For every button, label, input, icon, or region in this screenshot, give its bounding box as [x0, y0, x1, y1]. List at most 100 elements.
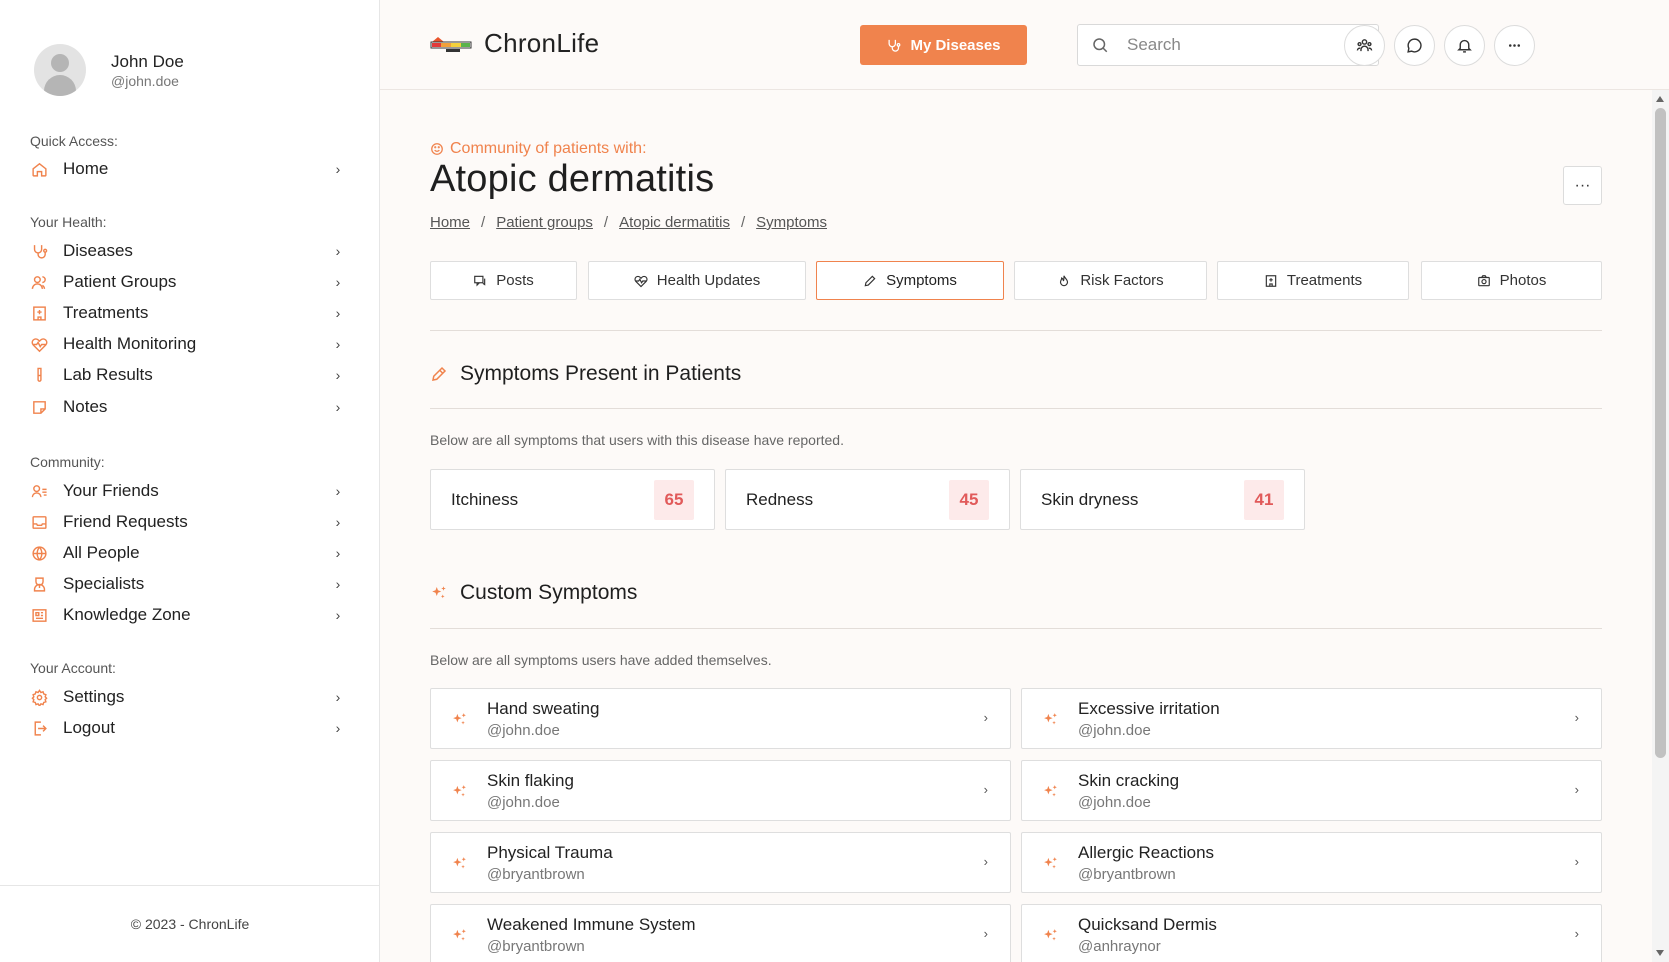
tab-health-updates[interactable]: Health Updates: [588, 261, 806, 300]
chevron-right-icon: ›: [1574, 782, 1579, 797]
custom-symptom-name: Hand sweating: [487, 699, 600, 718]
your-health-label: Your Health:: [30, 214, 107, 230]
sparkles-icon: [453, 785, 466, 797]
brand-logo[interactable]: ChronLife: [430, 28, 599, 59]
search-field[interactable]: [1077, 24, 1379, 66]
sidebar-item-label: Diseases: [63, 241, 133, 260]
tab-symptoms[interactable]: Symptoms: [816, 261, 1004, 300]
sidebar-item-label: Notes: [63, 397, 108, 416]
chevron-right-icon: ›: [1574, 926, 1579, 941]
profile-name: John Doe: [111, 51, 184, 71]
sidebar-item-label: Health Monitoring: [63, 334, 197, 353]
custom-symptom-card[interactable]: Weakened Immune System @bryantbrown ›: [430, 904, 1011, 962]
hospital-icon: [30, 304, 48, 322]
sidebar-item-treatments[interactable]: Treatments ›: [30, 299, 345, 327]
scroll-down-arrow[interactable]: [1656, 950, 1664, 956]
sidebar-item-diseases[interactable]: Diseases ›: [30, 237, 345, 265]
custom-symptom-card[interactable]: Physical Trauma @bryantbrown ›: [430, 832, 1011, 893]
sidebar-item-label: Patient Groups: [63, 272, 177, 291]
sidebar-item-logout[interactable]: Logout ›: [30, 714, 345, 742]
custom-symptom-card[interactable]: Hand sweating @john.doe ›: [430, 688, 1011, 749]
chevron-right-icon: ›: [1574, 710, 1579, 725]
symptom-name: Redness: [746, 489, 814, 509]
my-diseases-button[interactable]: My Diseases: [860, 25, 1027, 65]
sidebar-item-label: Knowledge Zone: [63, 605, 191, 624]
tab-treatments[interactable]: Treatments: [1217, 261, 1409, 300]
sidebar-item-health-monitoring[interactable]: Health Monitoring ›: [30, 330, 345, 358]
custom-symptom-card[interactable]: Skin flaking @john.doe ›: [430, 760, 1011, 821]
bell-icon: [1457, 39, 1472, 53]
people-icon: [1356, 39, 1373, 52]
breadcrumb-patient-groups[interactable]: Patient groups: [496, 214, 593, 231]
search-icon: [1093, 38, 1108, 53]
heart-pulse-icon: [30, 335, 48, 353]
custom-symptom-card[interactable]: Allergic Reactions @bryantbrown ›: [1021, 832, 1602, 893]
symptoms-title-text: Symptoms Present in Patients: [460, 362, 742, 385]
sticky-note-icon: [30, 398, 48, 416]
custom-symptom-card[interactable]: Quicksand Dermis @anhraynor ›: [1021, 904, 1602, 962]
chevron-right-icon: ›: [983, 710, 988, 725]
sparkles-icon: [453, 857, 466, 869]
scroll-up-arrow[interactable]: [1656, 96, 1664, 102]
ellipsis-icon: [1508, 44, 1521, 47]
scrollbar-thumb[interactable]: [1655, 108, 1666, 758]
tab-posts[interactable]: Posts: [430, 261, 577, 300]
breadcrumb-symptoms[interactable]: Symptoms: [756, 214, 827, 231]
sidebar-item-settings[interactable]: Settings ›: [30, 683, 345, 711]
tab-photos[interactable]: Photos: [1421, 261, 1602, 300]
chevron-right-icon: ›: [335, 367, 341, 383]
chevron-right-icon: ›: [335, 274, 341, 290]
your-account-label: Your Account:: [30, 660, 116, 676]
breadcrumb: Home / Patient groups / Atopic dermatiti…: [430, 214, 827, 231]
sidebar-item-home[interactable]: Home ›: [30, 155, 345, 183]
custom-symptom-author: @bryantbrown: [1078, 866, 1176, 883]
sidebar-item-friend-requests[interactable]: Friend Requests ›: [30, 508, 345, 536]
search-input[interactable]: [1127, 35, 1357, 55]
sidebar-item-specialists[interactable]: Specialists ›: [30, 570, 345, 598]
divider: [430, 408, 1602, 409]
sidebar-item-patient-groups[interactable]: Patient Groups ›: [30, 268, 345, 296]
sidebar-item-lab-results[interactable]: Lab Results ›: [30, 361, 345, 389]
brand-name: ChronLife: [484, 28, 600, 58]
sidebar-item-label: Settings: [63, 687, 125, 706]
my-diseases-label: My Diseases: [910, 36, 1001, 54]
custom-symptom-card[interactable]: Excessive irritation @john.doe ›: [1021, 688, 1602, 749]
breadcrumb-home[interactable]: Home: [430, 214, 470, 231]
home-icon: [30, 160, 48, 178]
notifications-button[interactable]: [1444, 25, 1485, 66]
sidebar-item-label: Friend Requests: [63, 512, 188, 531]
vertical-scrollbar[interactable]: [1652, 90, 1669, 962]
custom-symptoms-title-text: Custom Symptoms: [460, 581, 638, 604]
sidebar-item-all-people[interactable]: All People ›: [30, 539, 345, 567]
custom-symptom-author: @anhraynor: [1078, 938, 1161, 955]
custom-symptom-card[interactable]: Skin cracking @john.doe ›: [1021, 760, 1602, 821]
tab-risk-factors[interactable]: Risk Factors: [1014, 261, 1207, 300]
community-button[interactable]: [1344, 25, 1385, 66]
custom-symptom-author: @bryantbrown: [487, 938, 585, 955]
logout-icon: [30, 719, 48, 737]
sidebar-item-label: Specialists: [63, 574, 145, 593]
custom-symptom-author: @john.doe: [1078, 722, 1151, 739]
symptoms-section-title: Symptoms Present in Patients: [430, 362, 741, 386]
sidebar-item-knowledge-zone[interactable]: Knowledge Zone ›: [30, 601, 345, 629]
user-profile[interactable]: John Doe @john.doe: [34, 44, 184, 96]
chevron-right-icon: ›: [335, 576, 341, 592]
breadcrumb-disease[interactable]: Atopic dermatitis: [619, 214, 730, 231]
symptom-card: Skin dryness 41: [1020, 469, 1305, 530]
page-more-button[interactable]: ···: [1563, 166, 1602, 205]
sidebar-item-notes[interactable]: Notes ›: [30, 393, 345, 421]
sidebar-item-your-friends[interactable]: Your Friends ›: [30, 477, 345, 505]
community-label: Community of patients with:: [430, 140, 647, 158]
tab-label: Health Updates: [656, 272, 761, 289]
custom-symptom-name: Excessive irritation: [1078, 699, 1220, 718]
custom-symptom-name: Skin flaking: [487, 771, 574, 790]
profile-handle: @john.doe: [111, 72, 179, 89]
custom-symptom-author: @john.doe: [487, 794, 560, 811]
more-options-button[interactable]: [1494, 25, 1535, 66]
symptom-card: Redness 45: [725, 469, 1010, 530]
sidebar-item-label: Lab Results: [63, 365, 153, 384]
messages-button[interactable]: [1394, 25, 1435, 66]
pencil-icon: [432, 366, 447, 381]
sparkles-icon: [1044, 929, 1057, 941]
sparkles-icon: [453, 713, 466, 725]
